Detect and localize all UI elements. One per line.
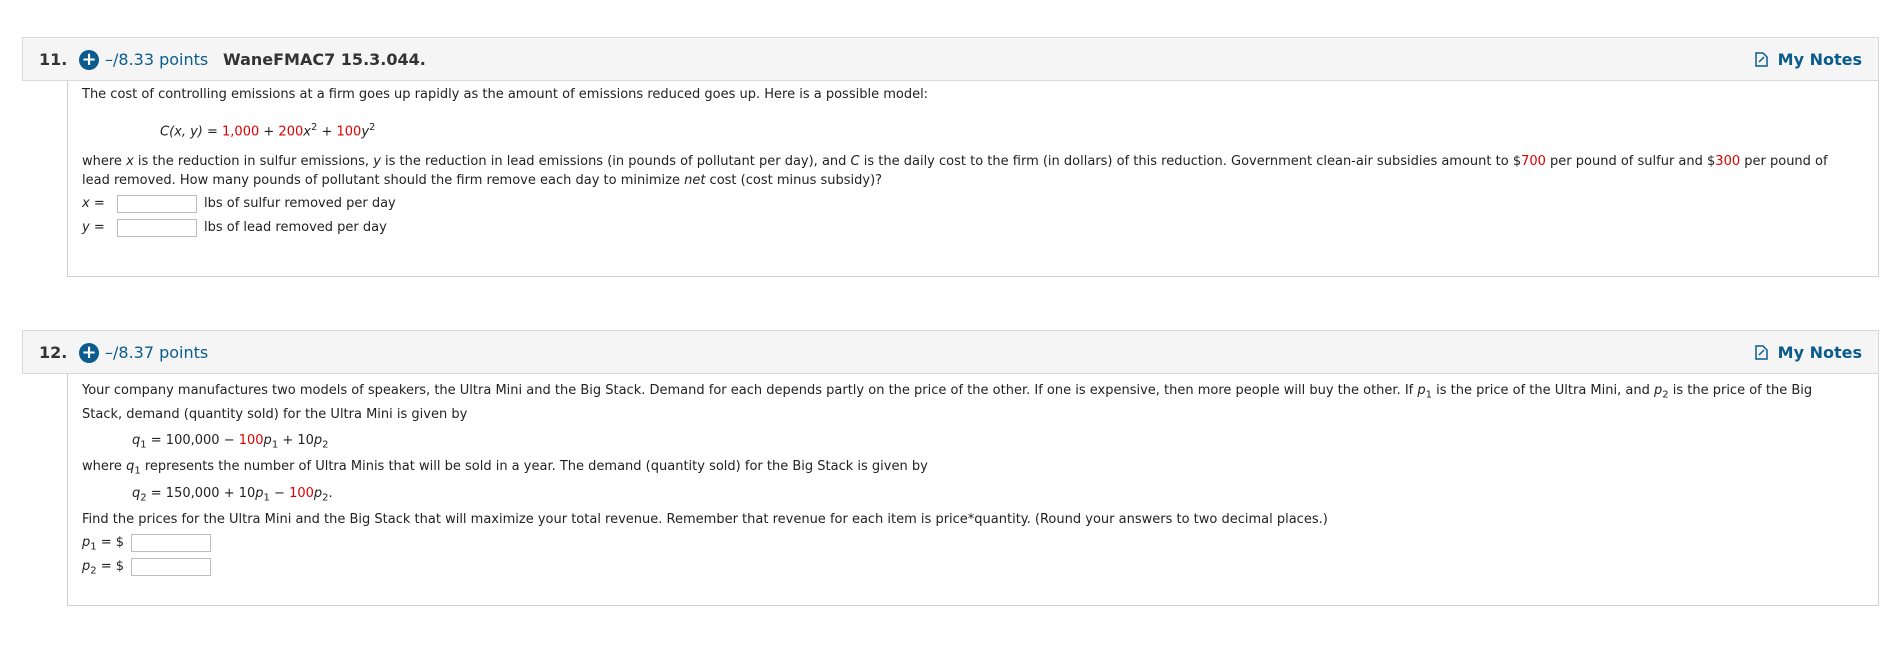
text-span: where: [82, 154, 127, 169]
model-coef-x: 200: [278, 124, 304, 140]
points-label: –/8.37 points: [105, 343, 209, 362]
var-y: y: [82, 220, 90, 235]
eq-sign: =: [89, 220, 105, 235]
problem-text-line1: where x is the reduction in sulfur emiss…: [82, 154, 1828, 169]
emphasis-net: net: [684, 173, 706, 188]
where-line: where q1 represents the number of Ultra …: [82, 459, 928, 477]
my-notes-link[interactable]: My Notes: [1754, 343, 1862, 362]
eq-part: = 150,000 + 10: [146, 486, 256, 501]
text-span: per pound of sulfur and $: [1545, 154, 1716, 169]
answer-y-unit: lbs of lead removed per day: [204, 220, 387, 235]
text-span: where: [82, 459, 127, 474]
text-span: is the reduction in lead emissions (in p…: [380, 154, 851, 169]
eq-part: .: [328, 486, 333, 501]
eq-coef-red: 100: [289, 486, 314, 501]
my-notes-link[interactable]: My Notes: [1754, 50, 1862, 69]
text-span: is the price of the Ultra Mini, and: [1432, 383, 1654, 398]
expand-plus-icon[interactable]: +: [79, 343, 99, 363]
text-span: is the daily cost to the firm (in dollar…: [859, 154, 1522, 169]
text-span: Your company manufactures two models of …: [82, 383, 1418, 398]
answer-y-input[interactable]: [117, 219, 197, 237]
answer-x-input[interactable]: [117, 195, 197, 213]
answer-label-p1: p1 = $: [82, 533, 124, 557]
question-12-body: Your company manufactures two models of …: [67, 374, 1879, 606]
find-instructions: Find the prices for the Ultra Mini and t…: [82, 512, 1328, 527]
note-icon: [1754, 52, 1768, 67]
question-12-header: 12. + –/8.37 points My Notes: [22, 330, 1879, 374]
question-id: WaneFMAC7 15.3.044.: [223, 50, 426, 69]
answer-label-p2: p2 = $: [82, 557, 124, 581]
subsidy-lead: 300: [1715, 154, 1741, 169]
question-11-header: 11. + –/8.33 points WaneFMAC7 15.3.044. …: [22, 37, 1879, 81]
answer-label-y: y =: [82, 218, 105, 237]
eq-dollar: = $: [96, 559, 125, 574]
intro-line2: Stack, demand (quantity sold) for the Ul…: [82, 407, 468, 422]
demand-equation-ultra-mini: q1 = 100,000 − 100p1 + 10p2: [132, 433, 329, 451]
eq-part: + 10: [278, 433, 314, 448]
text-span: represents the number of Ultra Minis tha…: [140, 459, 928, 474]
eq-dollar: = $: [96, 535, 125, 550]
question-number: 12.: [39, 343, 68, 362]
answer-p2-input[interactable]: [131, 558, 211, 576]
problem-text-line2: lead removed. How many pounds of polluta…: [82, 171, 882, 190]
text-span: per pound of: [1740, 154, 1828, 169]
subsidy-sulfur: 700: [1521, 154, 1546, 169]
model-constant: 1,000: [222, 124, 260, 140]
text-span: lead removed. How many pounds of polluta…: [82, 173, 685, 188]
my-notes-label: My Notes: [1777, 50, 1862, 69]
model-lhs: C(x, y) =: [160, 124, 223, 140]
eq-part: = 100,000 −: [146, 433, 239, 448]
note-icon: [1754, 345, 1768, 360]
question-number: 11.: [39, 50, 68, 69]
demand-equation-big-stack: q2 = 150,000 + 10p1 − 100p2.: [132, 486, 333, 504]
points-label: –/8.33 points: [105, 50, 209, 69]
intro-line1: Your company manufactures two models of …: [82, 383, 1813, 401]
text-span: is the reduction in sulfur emissions,: [133, 154, 374, 169]
model-coef-y: 100: [336, 124, 362, 140]
eq-coef-red: 100: [238, 433, 264, 448]
answer-label-x: x =: [82, 194, 105, 213]
answer-x-unit: lbs of sulfur removed per day: [204, 196, 396, 211]
eq-part: −: [269, 486, 290, 501]
expand-plus-icon[interactable]: +: [79, 50, 99, 70]
question-11-body: The cost of controlling emissions at a f…: [67, 81, 1879, 277]
cost-model-equation: C(x, y) = 1,000 + 200x2 + 100y2: [160, 122, 376, 140]
answer-p1-input[interactable]: [131, 534, 211, 552]
eq-sign: =: [89, 196, 105, 211]
var-x: x: [82, 196, 90, 211]
text-span: cost (cost minus subsidy)?: [705, 173, 883, 188]
question-intro: The cost of controlling emissions at a f…: [82, 87, 929, 102]
text-span: is the price of the Big: [1668, 383, 1813, 398]
my-notes-label: My Notes: [1777, 343, 1862, 362]
